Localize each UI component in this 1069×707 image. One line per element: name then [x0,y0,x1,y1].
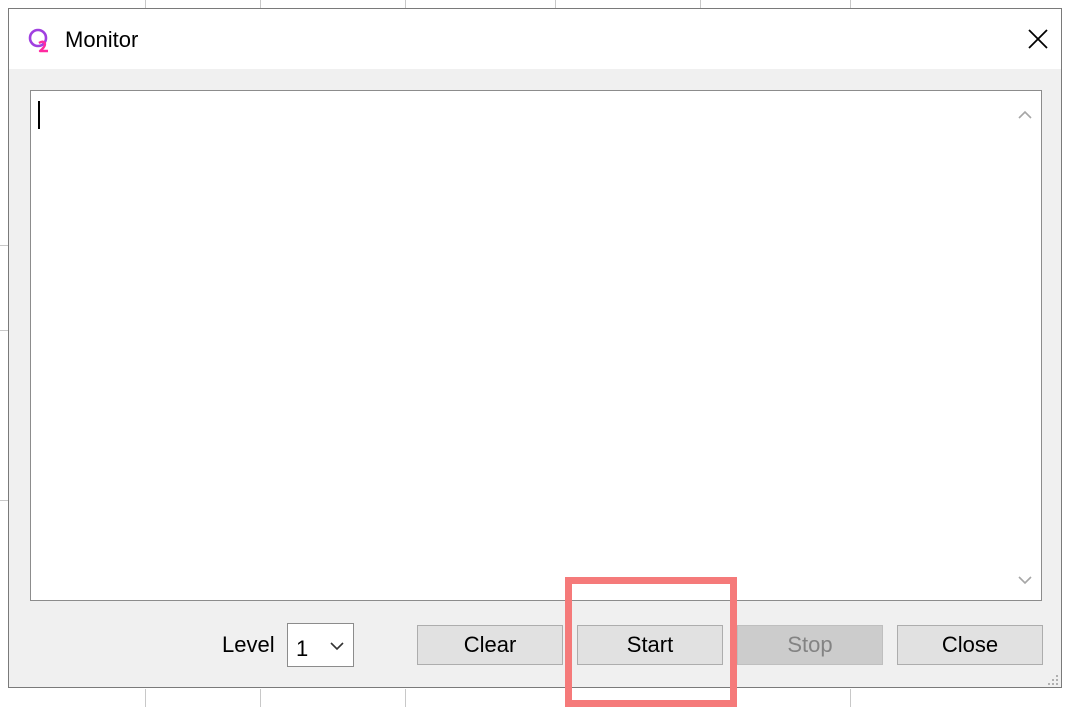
background-line [555,0,556,8]
window-title: Monitor [65,27,139,52]
background-line [0,500,8,501]
background-line [260,0,261,8]
background-line [850,0,851,8]
background-line [145,689,146,707]
q2-app-icon [27,27,53,53]
monitor-dialog: Monitor Level 1 Clear Start Stop Close [8,8,1062,688]
start-button[interactable]: Start [577,625,723,665]
level-label: Level [222,632,275,657]
background-line [405,0,406,8]
text-caret [38,101,40,129]
vertical-scrollbar[interactable] [1009,91,1041,600]
chevron-down-icon [329,638,345,654]
background-line [0,330,8,331]
background-line [260,689,261,707]
close-icon[interactable] [1015,9,1061,69]
close-button[interactable]: Close [897,625,1043,665]
background-line [700,0,701,8]
clear-button[interactable]: Clear [417,625,563,665]
resize-grip-icon[interactable] [1047,673,1059,685]
stop-button: Stop [737,625,883,665]
level-value: 1 [296,636,309,661]
chevron-up-icon[interactable] [1009,99,1041,131]
level-dropdown[interactable]: 1 [287,623,354,667]
background-line [850,689,851,707]
monitor-output[interactable] [30,90,1042,601]
chevron-down-icon[interactable] [1009,564,1041,596]
screen: Monitor Level 1 Clear Start Stop Close [0,0,1069,707]
title-bar[interactable]: Monitor [9,9,1061,69]
background-line [405,689,406,707]
background-line [145,0,146,8]
background-line [0,245,8,246]
